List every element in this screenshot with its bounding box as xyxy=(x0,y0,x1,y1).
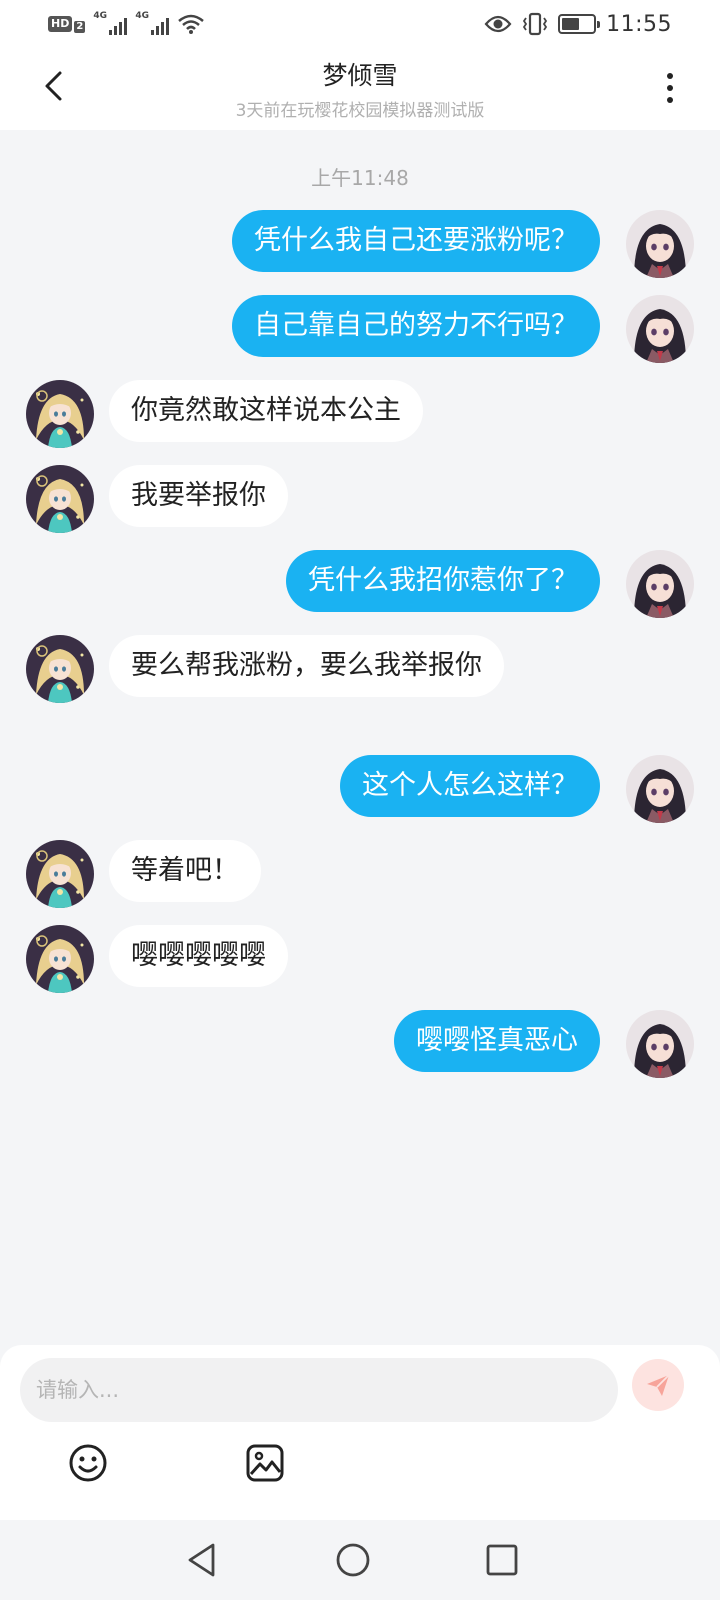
chat-header: 梦倾雪 3天前在玩樱花校园模拟器测试版 xyxy=(0,48,720,130)
contact-name: 梦倾雪 xyxy=(322,61,398,90)
eye-icon xyxy=(484,15,512,33)
more-options-button[interactable] xyxy=(654,68,686,108)
message-bubble-received[interactable]: 你竟然敢这样说本公主 xyxy=(109,380,423,442)
network-type-label: 4G xyxy=(93,11,107,21)
network-type-label: 4G xyxy=(135,11,149,21)
message-bubble-received[interactable]: 等着吧！ xyxy=(109,840,261,902)
vibrate-icon xyxy=(523,12,548,36)
nav-recents-button[interactable] xyxy=(480,1538,524,1582)
message-composer xyxy=(0,1345,720,1520)
square-recents-icon xyxy=(486,1544,518,1576)
message-input[interactable] xyxy=(20,1358,618,1422)
nav-back-button[interactable] xyxy=(180,1538,224,1582)
send-button[interactable] xyxy=(632,1359,684,1411)
message-bubble-sent[interactable]: 嘤嘤怪真恶心 xyxy=(394,1010,600,1072)
circle-home-icon xyxy=(336,1543,370,1577)
my-avatar[interactable] xyxy=(626,295,694,363)
my-avatar[interactable] xyxy=(626,1010,694,1078)
emoji-button[interactable] xyxy=(66,1441,110,1485)
message-bubble-received[interactable]: 我要举报你 xyxy=(109,465,288,527)
status-bar: HD 2 4G 4G 11:55 xyxy=(0,0,720,48)
image-button[interactable] xyxy=(243,1441,287,1485)
message-bubble-sent[interactable]: 这个人怎么这样？ xyxy=(340,755,600,817)
emoji-icon xyxy=(69,1444,107,1482)
message-bubble-sent[interactable]: 凭什么我自己还要涨粉呢？ xyxy=(232,210,600,272)
contact-avatar[interactable] xyxy=(26,840,94,908)
battery-icon xyxy=(558,14,601,34)
message-bubble-sent[interactable]: 自己靠自己的努力不行吗？ xyxy=(232,295,600,357)
contact-avatar[interactable] xyxy=(26,380,94,448)
hd-sub-badge: 2 xyxy=(74,21,86,33)
signal-icon: 4G xyxy=(93,11,128,37)
more-vertical-icon xyxy=(667,73,673,79)
triangle-back-icon xyxy=(188,1543,215,1577)
message-bubble-received[interactable]: 要么帮我涨粉，要么我举报你 xyxy=(109,635,504,697)
contact-avatar[interactable] xyxy=(26,635,94,703)
wifi-icon xyxy=(178,14,205,34)
message-bubble-sent[interactable]: 凭什么我招你惹你了？ xyxy=(286,550,600,612)
hd-badge: HD xyxy=(48,16,73,32)
contact-avatar[interactable] xyxy=(26,465,94,533)
status-right: 11:55 xyxy=(484,10,672,38)
message-list[interactable]: 上午11:48 凭什么我自己还要涨粉呢？ 自己靠自己的努力不行吗？ 你竟然敢这样… xyxy=(0,130,720,1345)
contact-avatar[interactable] xyxy=(26,925,94,993)
contact-status: 3天前在玩樱花校园模拟器测试版 xyxy=(235,101,485,121)
send-icon xyxy=(647,1374,670,1396)
my-avatar[interactable] xyxy=(626,755,694,823)
system-navigation-bar xyxy=(0,1520,720,1600)
message-bubble-received[interactable]: 嘤嘤嘤嘤嘤 xyxy=(109,925,288,987)
signal-icon: 4G xyxy=(135,11,170,37)
nav-home-button[interactable] xyxy=(331,1538,375,1582)
image-icon xyxy=(246,1444,284,1482)
message-timestamp: 上午11:48 xyxy=(311,166,409,190)
status-time: 11:55 xyxy=(606,11,672,37)
my-avatar[interactable] xyxy=(626,550,694,618)
status-left: HD 2 4G 4G xyxy=(48,10,205,38)
my-avatar[interactable] xyxy=(626,210,694,278)
